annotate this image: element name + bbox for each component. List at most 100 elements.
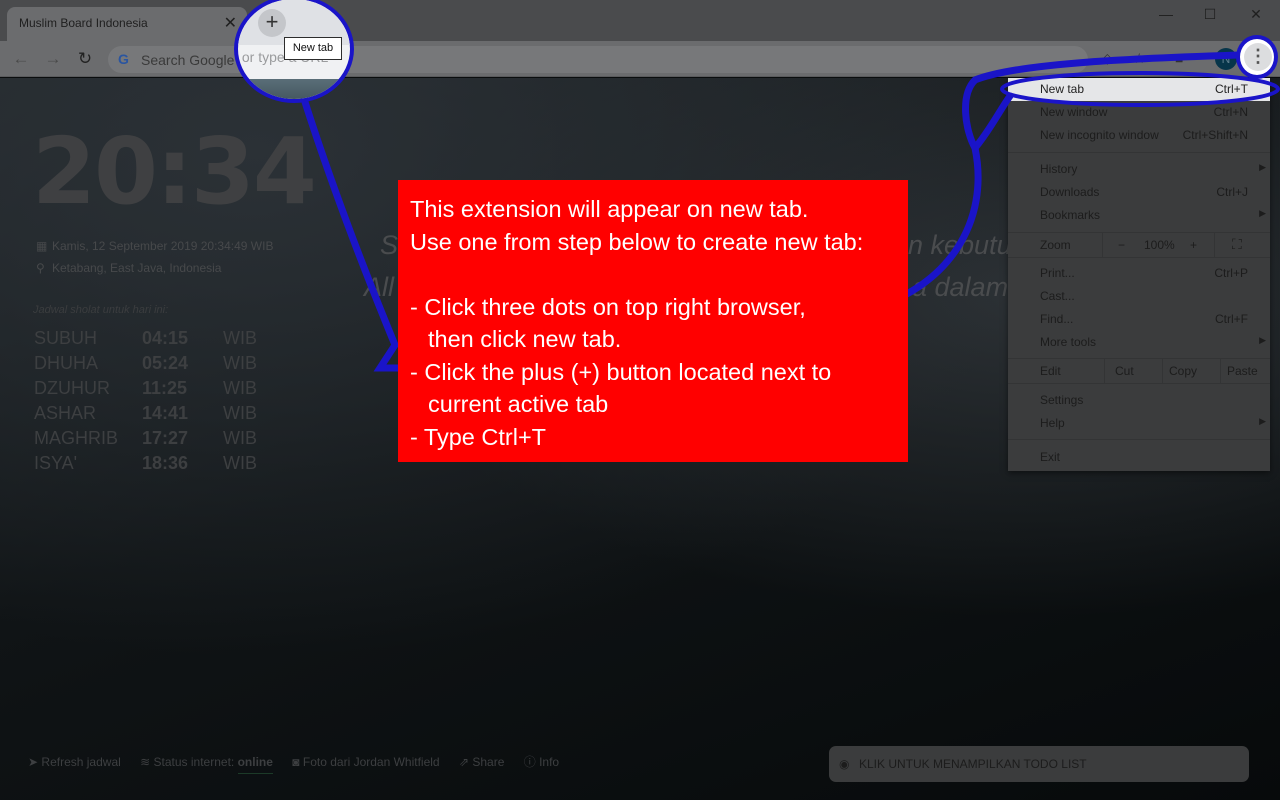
extension-icon[interactable]: ◇	[1102, 50, 1113, 67]
menu-item-help[interactable]: Help ▶	[1008, 412, 1270, 435]
prayer-time: 04:15	[142, 328, 189, 348]
status-label: Status internet:	[153, 755, 235, 769]
menu-item-cast[interactable]: Cast...	[1008, 285, 1270, 308]
zoom-level: 100%	[1144, 238, 1175, 252]
info-icon: ⓘ	[523, 755, 536, 769]
zoom-label: Zoom	[1040, 238, 1071, 252]
google-icon: G	[118, 51, 129, 67]
copy-button[interactable]: Copy	[1169, 364, 1197, 378]
zoom-out-button[interactable]: −	[1118, 238, 1125, 252]
menu-item-label: History	[1040, 162, 1078, 176]
menu-item-new-incognito[interactable]: New incognito window Ctrl+Shift+N	[1008, 124, 1270, 147]
bookmark-star-icon[interactable]: ☆	[1133, 50, 1146, 67]
instruction-line: current active tab	[428, 391, 609, 417]
share-label: Share	[472, 755, 505, 769]
menu-item-new-tab[interactable]: New tab Ctrl+T	[1008, 78, 1270, 101]
photo-credit-link[interactable]: ◙ Foto dari Jordan Whitfield	[292, 755, 439, 769]
refresh-schedule-link[interactable]: ➤ Refresh jadwal	[28, 755, 121, 769]
menu-item-more-tools[interactable]: More tools ▶	[1008, 331, 1270, 354]
menu-item-find[interactable]: Find... Ctrl+F	[1008, 308, 1270, 331]
title-bar: Muslim Board Indonesia ✕ — ☐ ✕	[0, 0, 1280, 41]
instruction-line: - Type Ctrl+T	[410, 423, 547, 450]
zoom-in-button[interactable]: +	[1190, 238, 1197, 252]
location-pin-icon: ⚲	[36, 261, 45, 275]
date-text: Kamis, 12 September 2019 20:34:49 WIB	[52, 239, 274, 253]
menu-item-label: Print...	[1040, 266, 1075, 280]
menu-item-shortcut: Ctrl+N	[1213, 105, 1248, 119]
browser-tab[interactable]: Muslim Board Indonesia ✕	[7, 7, 247, 41]
info-link[interactable]: ⓘ Info	[524, 755, 559, 769]
share-icon: ⇗	[458, 755, 470, 769]
forward-button[interactable]: →	[41, 47, 65, 71]
photo-credit-label: Foto dari Jordan Whitfield	[302, 755, 440, 769]
prayer-name: ISYA'	[34, 453, 78, 473]
menu-item-settings[interactable]: Settings	[1008, 389, 1270, 412]
menu-divider	[1008, 383, 1270, 384]
menu-item-shortcut: Ctrl+T	[1215, 82, 1248, 96]
new-tab-button[interactable]: +	[258, 9, 286, 37]
eye-icon: ◉	[839, 757, 850, 771]
quote-fragment: n kebutu	[908, 230, 1012, 260]
submenu-arrow-icon: ▶	[1259, 162, 1266, 172]
browser-toolbar: ← → ↻ G Search Google or type a URL ◇ ☆ …	[0, 41, 1280, 77]
prayer-time: 18:36	[142, 453, 189, 473]
menu-item-label: Find...	[1040, 312, 1074, 326]
show-todo-list-button[interactable]: ◉ KLIK UNTUK MENAMPILKAN TODO LIST	[829, 746, 1249, 782]
new-tab-tooltip: New tab	[284, 37, 342, 60]
profile-avatar[interactable]: N	[1215, 48, 1237, 70]
menu-item-print[interactable]: Print... Ctrl+P	[1008, 262, 1270, 285]
menu-divider	[1008, 439, 1270, 440]
prayer-name: SUBUH	[34, 328, 98, 348]
menu-item-label: Settings	[1040, 393, 1084, 407]
menu-item-label: New incognito window	[1040, 128, 1159, 142]
menu-item-shortcut: Ctrl+Shift+N	[1182, 128, 1248, 142]
three-dots-menu-icon[interactable]: ⋮	[1244, 43, 1272, 71]
prayer-zone: WIB	[223, 328, 257, 348]
submenu-arrow-icon: ▶	[1259, 208, 1266, 218]
prayer-zone: WIB	[223, 378, 257, 398]
prayer-name: ASHAR	[34, 403, 97, 423]
prayer-zone: WIB	[223, 353, 257, 373]
minimize-button[interactable]: —	[1143, 4, 1189, 24]
prayer-time: 14:41	[142, 403, 189, 423]
menu-edit-row: Edit Cut Copy Paste	[1008, 359, 1270, 383]
prayer-time: 05:24	[142, 353, 189, 373]
fullscreen-icon[interactable]: ⛶	[1232, 236, 1242, 253]
todo-button-label: KLIK UNTUK MENAMPILKAN TODO LIST	[859, 757, 1087, 771]
menu-zoom-row: Zoom − 100% + ⛶	[1008, 233, 1270, 257]
share-link[interactable]: ⇗ Share	[459, 755, 504, 769]
instruction-line: Use one from step below to create new ta…	[410, 228, 864, 255]
menu-item-label: Bookmarks	[1040, 208, 1101, 222]
extension-button-icon[interactable]: ■	[1175, 50, 1183, 66]
menu-item-shortcut: Ctrl+F	[1215, 312, 1248, 326]
menu-divider	[1220, 359, 1221, 383]
quote-fragment: S	[380, 230, 399, 260]
quote-fragment: a dalam	[912, 272, 1009, 302]
menu-item-exit[interactable]: Exit	[1008, 446, 1270, 469]
menu-item-label: New tab	[1040, 82, 1085, 96]
menu-item-label: Downloads	[1040, 185, 1100, 199]
prayer-time: 11:25	[142, 378, 188, 398]
prayer-zone: WIB	[223, 428, 257, 448]
menu-item-downloads[interactable]: Downloads Ctrl+J	[1008, 181, 1270, 204]
tab-close-icon[interactable]: ✕	[224, 13, 237, 33]
close-window-button[interactable]: ✕	[1233, 4, 1279, 24]
menu-item-bookmarks[interactable]: Bookmarks ▶	[1008, 204, 1270, 227]
prayer-zone: WIB	[223, 453, 257, 473]
maximize-button[interactable]: ☐	[1187, 4, 1233, 24]
instruction-box: This extension will appear on new tab. U…	[398, 180, 908, 462]
wifi-icon: ≋	[140, 755, 151, 769]
menu-divider	[1162, 359, 1163, 383]
back-button[interactable]: ←	[9, 47, 33, 71]
menu-divider	[1104, 359, 1105, 383]
status-badge: online	[237, 755, 273, 774]
cut-button[interactable]: Cut	[1115, 364, 1134, 378]
reload-button[interactable]: ↻	[73, 47, 97, 71]
menu-item-new-window[interactable]: New window Ctrl+N	[1008, 101, 1270, 124]
menu-item-history[interactable]: History ▶	[1008, 158, 1270, 181]
location-text: Ketabang, East Java, Indonesia	[52, 261, 222, 275]
footer-bar: ➤ Refresh jadwal ≋ Status internet: onli…	[28, 753, 575, 774]
location-line: ⚲ Ketabang, East Java, Indonesia	[36, 261, 221, 275]
paste-button[interactable]: Paste	[1227, 364, 1258, 378]
instruction-line: - Click three dots on top right browser,	[410, 293, 806, 320]
